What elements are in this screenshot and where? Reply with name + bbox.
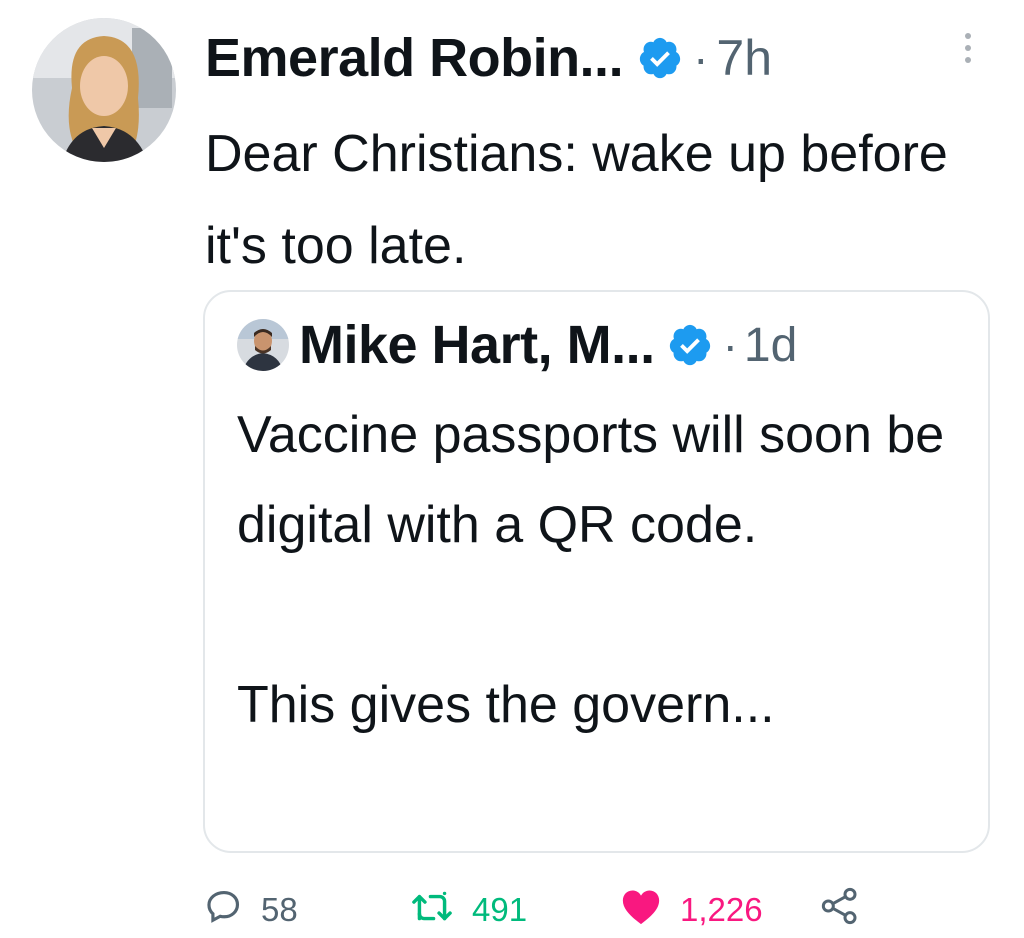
quoted-tweet-card[interactable]: Mike Hart, M... · 1d Vaccine passports w… <box>203 290 990 853</box>
quoted-tweet-text: Vaccine passports will soon be digital w… <box>237 406 945 734</box>
heart-icon <box>620 887 662 933</box>
retweet-arrows-icon <box>410 887 454 933</box>
share-nodes-icon <box>820 886 860 934</box>
retweet-button[interactable]: 491 <box>410 882 527 938</box>
quoted-tweet-header: Mike Hart, M... · 1d <box>237 310 797 380</box>
separator-dot: · <box>693 32 709 84</box>
vertical-ellipsis-icon[interactable] <box>958 28 978 72</box>
man-portrait-avatar <box>237 319 289 371</box>
tweet-header: Emerald Robin... · 7h <box>205 18 772 98</box>
speech-bubble-icon <box>205 887 243 933</box>
reply-count: 58 <box>261 891 298 928</box>
retweet-count: 491 <box>472 891 528 928</box>
verified-badge-icon <box>637 35 683 81</box>
author-avatar[interactable] <box>32 18 176 162</box>
separator-dot: · <box>722 319 738 371</box>
like-count: 1,226 <box>680 891 763 928</box>
tweet-action-bar: 58 491 1,226 <box>205 882 905 938</box>
quoted-author-name[interactable]: Mike Hart, M... <box>299 314 655 376</box>
share-button[interactable] <box>820 882 860 938</box>
tweet-timestamp[interactable]: 7h <box>716 29 772 87</box>
like-button[interactable]: 1,226 <box>620 882 763 938</box>
author-name[interactable]: Emerald Robin... <box>205 27 624 89</box>
quoted-tweet-timestamp[interactable]: 1d <box>744 318 797 373</box>
verified-badge-icon <box>667 322 713 368</box>
woman-portrait-avatar <box>32 18 176 162</box>
tweet-text: Dear Christians: wake up before it's too… <box>205 125 948 275</box>
reply-button[interactable]: 58 <box>205 882 298 938</box>
